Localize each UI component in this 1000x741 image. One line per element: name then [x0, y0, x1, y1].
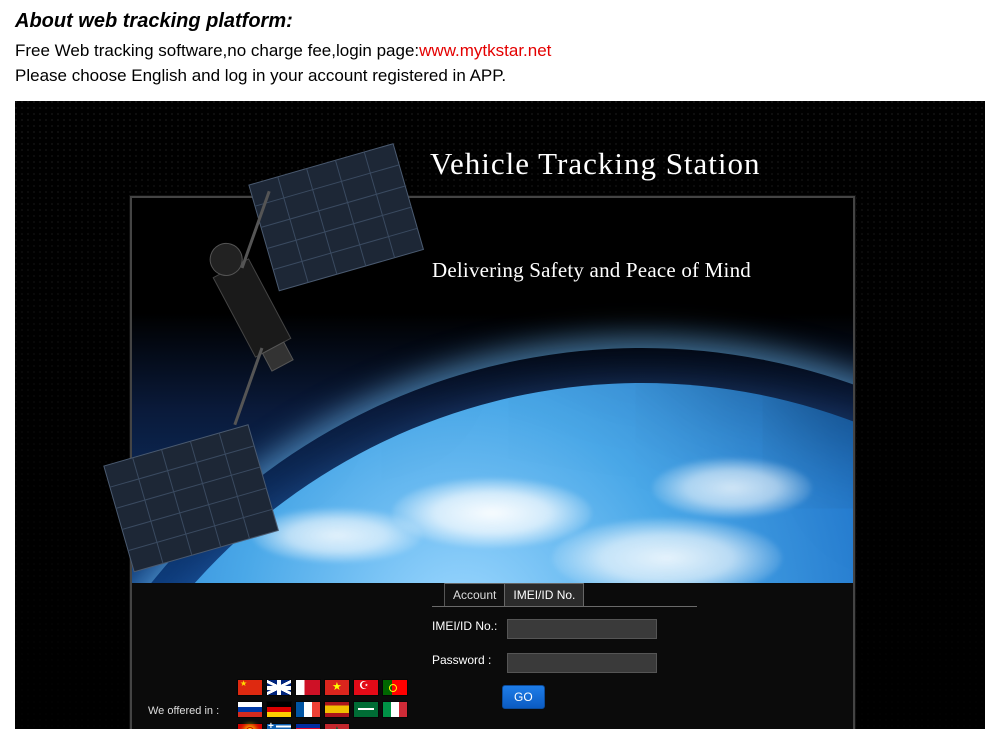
tab-imei[interactable]: IMEI/ID No.	[505, 583, 584, 607]
flag-tr[interactable]	[354, 680, 378, 695]
header-instruction: Please choose English and log in your ac…	[15, 64, 985, 89]
page-subtitle: Delivering Safety and Peace of Mind	[432, 258, 751, 283]
flag-fr[interactable]	[296, 702, 320, 717]
go-button[interactable]: GO	[502, 685, 545, 709]
flag-ru[interactable]	[238, 702, 262, 717]
flag-sa[interactable]	[354, 702, 378, 717]
offered-label: We offered in :	[148, 705, 219, 717]
password-label: Password :	[432, 653, 507, 668]
imei-input[interactable]	[507, 619, 657, 639]
language-flags	[238, 680, 407, 729]
imei-label: IMEI/ID No.:	[432, 619, 507, 634]
page-title: Vehicle Tracking Station	[430, 146, 761, 182]
flag-pt[interactable]	[383, 680, 407, 695]
flag-gb[interactable]	[267, 680, 291, 695]
flag-it[interactable]	[383, 702, 407, 717]
flag-bh[interactable]	[296, 680, 320, 695]
flag-ma[interactable]	[325, 724, 349, 729]
flag-cn[interactable]	[238, 680, 262, 695]
login-page-link[interactable]: www.mytkstar.net	[419, 41, 551, 60]
header-title: About web tracking platform:	[15, 10, 985, 33]
flag-vn[interactable]	[325, 680, 349, 695]
tab-account[interactable]: Account	[445, 583, 505, 607]
flag-de[interactable]	[267, 702, 291, 717]
login-panel: Delivering Safety and Peace of Mind	[130, 196, 855, 729]
flag-kh[interactable]	[296, 724, 320, 729]
platform-frame: Vehicle Tracking Station Delivering Safe…	[15, 101, 985, 729]
flag-mk[interactable]	[238, 724, 262, 729]
flag-es[interactable]	[325, 702, 349, 717]
flag-gr[interactable]	[267, 724, 291, 729]
header-desc-prefix: Free Web tracking software,no charge fee…	[15, 41, 419, 60]
hero-image: Delivering Safety and Peace of Mind	[132, 198, 853, 583]
password-input[interactable]	[507, 653, 657, 673]
